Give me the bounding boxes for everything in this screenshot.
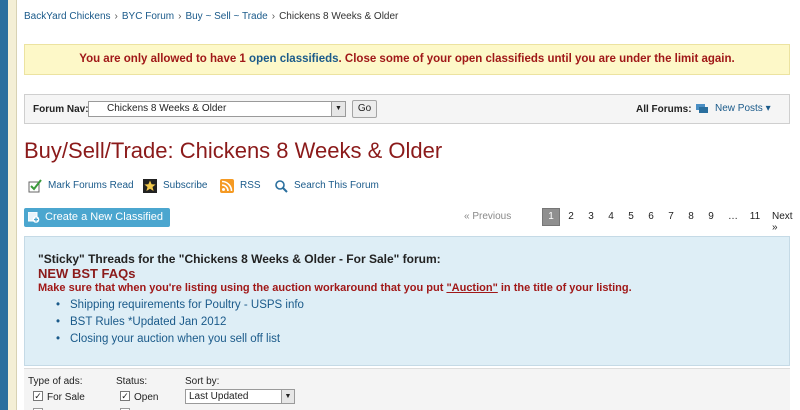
pagination: « Previous 1 2 3 4 5 6 7 8 9 … 11 Next » [462, 208, 793, 233]
mark-forums-read-link[interactable]: Mark Forums Read [28, 178, 134, 194]
forum-nav-bar: Forum Nav: Chickens 8 Weeks & Older ▼ Go… [24, 94, 790, 124]
forum-nav-select[interactable]: Chickens 8 Weeks & Older ▼ [88, 101, 346, 117]
next-page-link[interactable]: Next » [772, 211, 793, 233]
left-border-line [16, 0, 17, 410]
left-border-cream [8, 0, 16, 410]
pagination-ellipsis: … [728, 211, 738, 222]
breadcrumb-home[interactable]: BackYard Chickens [24, 11, 111, 22]
breadcrumb-separator: › [178, 11, 182, 22]
rss-icon [220, 179, 234, 193]
sort-by-value: Last Updated [189, 391, 249, 402]
forum-nav-selected: Chickens 8 Weeks & Older [107, 103, 227, 114]
go-button[interactable]: Go [352, 100, 377, 118]
breadcrumb-bst[interactable]: Buy ~ Sell ~ Trade [185, 11, 267, 22]
open-classifieds-link[interactable]: open classifieds [249, 53, 338, 65]
search-icon [275, 180, 288, 193]
sticky-header: "Sticky" Threads for the "Chickens 8 Wee… [38, 252, 441, 266]
previous-page-link[interactable]: « Previous [464, 211, 511, 222]
bullet: • [56, 299, 61, 311]
new-posts-label: New Posts [715, 103, 763, 114]
search-forum-link[interactable]: Search This Forum [274, 178, 379, 194]
rss-link[interactable]: RSS [220, 178, 261, 194]
star-icon [143, 179, 157, 193]
for-sale-checkbox[interactable]: ✓ [33, 391, 43, 401]
page-5[interactable]: 5 [622, 208, 640, 226]
mark-read-icon [28, 179, 42, 193]
dropdown-arrow-icon[interactable]: ▼ [331, 102, 345, 116]
create-classified-button[interactable]: Create a New Classified [24, 208, 170, 227]
breadcrumb-current: Chickens 8 Weeks & Older [279, 11, 399, 22]
sort-by-label: Sort by: [185, 376, 220, 387]
sticky-threads-panel: "Sticky" Threads for the "Chickens 8 Wee… [24, 236, 790, 366]
sticky-thread-item[interactable]: • Closing your auction when you sell off … [56, 331, 304, 348]
sticky-subtitle: NEW BST FAQs [38, 266, 136, 281]
sticky-thread-list: • Shipping requirements for Poultry - USP… [56, 297, 304, 348]
status-label: Status: [116, 376, 148, 387]
sort-by-select[interactable]: Last Updated ▼ [185, 389, 295, 404]
notice-suffix: . Close some of your open classifieds un… [338, 53, 735, 65]
warning-suffix: in the title of your listing. [497, 282, 632, 294]
create-classified-label: Create a New Classified [45, 211, 163, 223]
breadcrumb-separator: › [114, 11, 118, 22]
all-forums-label: All Forums: [636, 104, 692, 115]
page-3[interactable]: 3 [582, 208, 600, 226]
search-label: Search This Forum [294, 180, 379, 191]
page-last[interactable]: 11 [746, 208, 764, 226]
open-checkbox[interactable]: ✓ [120, 391, 130, 401]
sticky-thread-item[interactable]: • Shipping requirements for Poultry - USP… [56, 297, 304, 314]
subscribe-link[interactable]: Subscribe [143, 178, 207, 194]
for-sale-label: For Sale [47, 392, 85, 403]
page-title: Buy/Sell/Trade: Chickens 8 Weeks & Older [24, 138, 443, 163]
page-1[interactable]: 1 [542, 208, 560, 226]
dropdown-arrow-icon[interactable]: ▼ [281, 390, 294, 403]
forum-nav-label: Forum Nav: [33, 104, 89, 115]
page-7[interactable]: 7 [662, 208, 680, 226]
page-2[interactable]: 2 [562, 208, 580, 226]
page-9[interactable]: 9 [702, 208, 720, 226]
breadcrumb: BackYard Chickens › BYC Forum › Buy ~ Sell ~… [24, 11, 398, 22]
sticky-thread-item[interactable]: • BST Rules *Updated Jan 2012 [56, 314, 304, 331]
page-4[interactable]: 4 [602, 208, 620, 226]
bullet: • [56, 316, 61, 328]
breadcrumb-forum[interactable]: BYC Forum [122, 11, 174, 22]
type-of-ads-label: Type of ads: [28, 376, 83, 387]
page-6[interactable]: 6 [642, 208, 660, 226]
auction-warning: Make sure that when you're listing using… [38, 282, 632, 294]
new-posts-icon[interactable] [696, 104, 708, 114]
left-border-bar [0, 0, 8, 410]
filter-bar: Type of ads: Status: Sort by: ✓ For Sale… [24, 368, 790, 410]
limit-notice: You are only allowed to have 1 open clas… [24, 44, 790, 75]
thread-link-shipping[interactable]: Shipping requirements for Poultry - USPS… [70, 299, 304, 311]
thread-link-rules[interactable]: BST Rules *Updated Jan 2012 [70, 316, 226, 328]
bullet: • [56, 333, 61, 345]
thread-link-closing-auction[interactable]: Closing your auction when you sell off l… [70, 333, 280, 345]
forum-tools: Mark Forums Read Subscribe RSS Search Th… [24, 178, 790, 194]
warning-prefix: Make sure that when you're listing using… [38, 282, 447, 294]
page-8[interactable]: 8 [682, 208, 700, 226]
notice-prefix: You are only allowed to have 1 [79, 53, 246, 65]
new-posts-link[interactable]: New Posts ▾ [715, 103, 771, 114]
mark-read-label: Mark Forums Read [48, 180, 134, 191]
open-label: Open [134, 392, 159, 403]
add-classified-icon [28, 212, 40, 223]
auction-link[interactable]: "Auction" [446, 282, 497, 294]
breadcrumb-separator: › [271, 11, 276, 22]
chevron-down-icon: ▾ [762, 103, 771, 114]
